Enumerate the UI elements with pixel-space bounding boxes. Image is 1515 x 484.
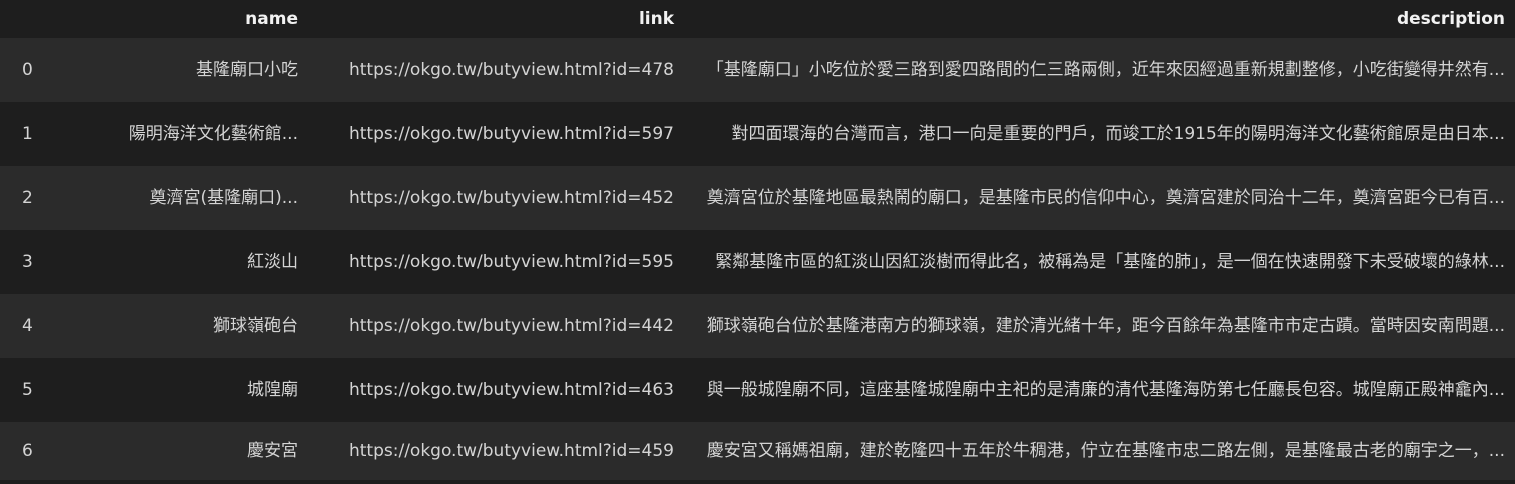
header-description: description bbox=[1396, 8, 1505, 29]
name-cell: 慶安宮 bbox=[247, 440, 298, 461]
name-cell: 陽明海洋文化藝術館... bbox=[128, 123, 298, 144]
description-cell: 緊鄰基隆市區的紅淡山因紅淡樹而得此名，被稱為是「基隆的肺」，是一個在快速開發下未… bbox=[715, 251, 1505, 272]
link-cell: https://okgo.tw/butyview.html?id=452 bbox=[348, 187, 674, 208]
name-cell: 基隆廟口小吃 bbox=[196, 59, 298, 80]
description-cell: 獅球嶺砲台位於基隆港南方的獅球嶺，建於清光緒十年，距今百餘年為基隆市市定古蹟。當… bbox=[706, 315, 1505, 336]
link-cell: https://okgo.tw/butyview.html?id=442 bbox=[348, 315, 674, 336]
table-row: 2 奠濟宮(基隆廟口)... https://okgo.tw/butyview.… bbox=[0, 166, 1515, 230]
row-index: 5 bbox=[22, 379, 33, 400]
header-index bbox=[0, 0, 58, 38]
table-row: 5 城隍廟 https://okgo.tw/butyview.html?id=4… bbox=[0, 358, 1515, 422]
row-index: 0 bbox=[22, 59, 33, 80]
description-cell: 慶安宮又稱媽祖廟，建於乾隆四十五年於牛稠港，佇立在基隆市忠二路左側，是基隆最古老… bbox=[706, 440, 1505, 461]
dataframe-table: name link description 0 基隆廟口小吃 https://o… bbox=[0, 0, 1515, 480]
table-header: name link description bbox=[0, 0, 1515, 38]
description-cell: 與一般城隍廟不同，這座基隆城隍廟中主祀的是清廉的清代基隆海防第七任廳長包容。城隍… bbox=[706, 379, 1505, 400]
header-name: name bbox=[245, 8, 298, 29]
table-row: 4 獅球嶺砲台 https://okgo.tw/butyview.html?id… bbox=[0, 294, 1515, 358]
row-index: 3 bbox=[22, 251, 33, 272]
link-cell: https://okgo.tw/butyview.html?id=459 bbox=[348, 440, 674, 461]
link-cell: https://okgo.tw/butyview.html?id=478 bbox=[348, 59, 674, 80]
link-cell: https://okgo.tw/butyview.html?id=595 bbox=[348, 251, 674, 272]
row-index: 4 bbox=[22, 315, 33, 336]
name-cell: 紅淡山 bbox=[247, 251, 298, 272]
table-row: 6 慶安宮 https://okgo.tw/butyview.html?id=4… bbox=[0, 422, 1515, 480]
description-cell: 對四面環海的台灣而言，港口一向是重要的門戶，而竣工於1915年的陽明海洋文化藝術… bbox=[731, 123, 1505, 144]
description-cell: 「基隆廟口」小吃位於愛三路到愛四路間的仁三路兩側，近年來因經過重新規劃整修，小吃… bbox=[706, 59, 1505, 80]
link-cell: https://okgo.tw/butyview.html?id=463 bbox=[348, 379, 674, 400]
row-index: 2 bbox=[22, 187, 33, 208]
header-link: link bbox=[638, 8, 674, 29]
table-row: 0 基隆廟口小吃 https://okgo.tw/butyview.html?i… bbox=[0, 38, 1515, 102]
table-body: 0 基隆廟口小吃 https://okgo.tw/butyview.html?i… bbox=[0, 38, 1515, 480]
name-cell: 奠濟宮(基隆廟口)... bbox=[149, 187, 298, 208]
row-index: 1 bbox=[22, 123, 33, 144]
name-cell: 城隍廟 bbox=[247, 379, 298, 400]
description-cell: 奠濟宮位於基隆地區最熱鬧的廟口，是基隆市民的信仰中心，奠濟宮建於同治十二年，奠濟… bbox=[706, 187, 1505, 208]
row-index: 6 bbox=[22, 440, 33, 461]
header-row: name link description bbox=[0, 0, 1515, 38]
name-cell: 獅球嶺砲台 bbox=[213, 315, 298, 336]
table-row: 3 紅淡山 https://okgo.tw/butyview.html?id=5… bbox=[0, 230, 1515, 294]
link-cell: https://okgo.tw/butyview.html?id=597 bbox=[348, 123, 674, 144]
table-row: 1 陽明海洋文化藝術館... https://okgo.tw/butyview.… bbox=[0, 102, 1515, 166]
